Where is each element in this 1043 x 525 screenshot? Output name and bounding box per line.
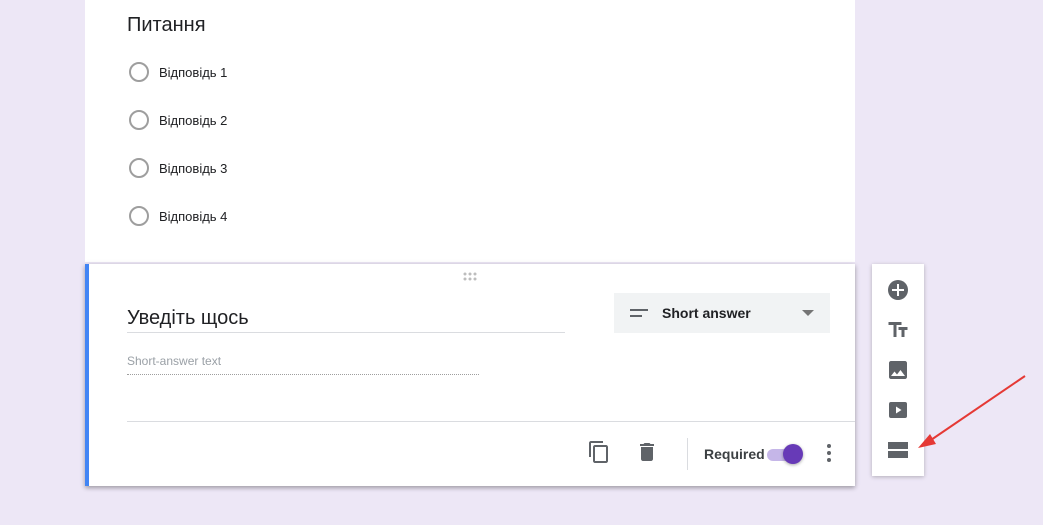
footer-separator <box>687 438 688 470</box>
annotation-arrow-icon <box>918 375 1026 448</box>
add-question-icon[interactable] <box>886 278 910 302</box>
active-accent-bar <box>85 264 89 486</box>
radio-option[interactable]: Відповідь 3 <box>129 157 227 179</box>
radio-button[interactable] <box>129 158 149 178</box>
add-video-icon[interactable] <box>886 398 910 422</box>
duplicate-icon[interactable] <box>587 440 611 464</box>
question-card[interactable]: Питання Відповідь 1 Відповідь 2 Відповід… <box>85 0 855 262</box>
question-type-dropdown[interactable]: Short answer <box>614 293 830 333</box>
add-image-icon[interactable] <box>886 358 910 382</box>
option-label: Відповідь 2 <box>159 112 228 128</box>
add-section-icon[interactable] <box>886 438 910 462</box>
drag-handle-icon[interactable] <box>462 272 478 282</box>
radio-option[interactable]: Відповідь 1 <box>129 61 227 83</box>
radio-option[interactable]: Відповідь 4 <box>129 205 227 227</box>
question-title-input[interactable]: Уведіть щось <box>127 304 565 333</box>
option-label: Відповідь 4 <box>159 208 228 224</box>
toggle-thumb <box>783 444 803 464</box>
add-title-icon[interactable] <box>886 318 910 342</box>
required-toggle[interactable] <box>767 444 805 466</box>
short-text-lines-icon <box>630 309 648 317</box>
active-question-card[interactable]: Уведіть щось Short-answer text Short ans… <box>85 264 855 486</box>
question-title: Питання <box>127 14 206 36</box>
required-label: Required <box>704 446 765 462</box>
question-type-label: Short answer <box>662 305 751 321</box>
option-label: Відповідь 1 <box>159 64 228 80</box>
radio-button[interactable] <box>129 110 149 130</box>
radio-button[interactable] <box>129 62 149 82</box>
footer-divider <box>127 421 855 422</box>
radio-option[interactable]: Відповідь 2 <box>129 109 227 131</box>
short-answer-placeholder: Short-answer text <box>127 354 479 375</box>
more-options-icon[interactable] <box>817 441 841 465</box>
delete-icon[interactable] <box>635 440 659 464</box>
dropdown-arrow-icon <box>802 310 814 316</box>
option-label: Відповідь 3 <box>159 160 228 176</box>
radio-button[interactable] <box>129 206 149 226</box>
